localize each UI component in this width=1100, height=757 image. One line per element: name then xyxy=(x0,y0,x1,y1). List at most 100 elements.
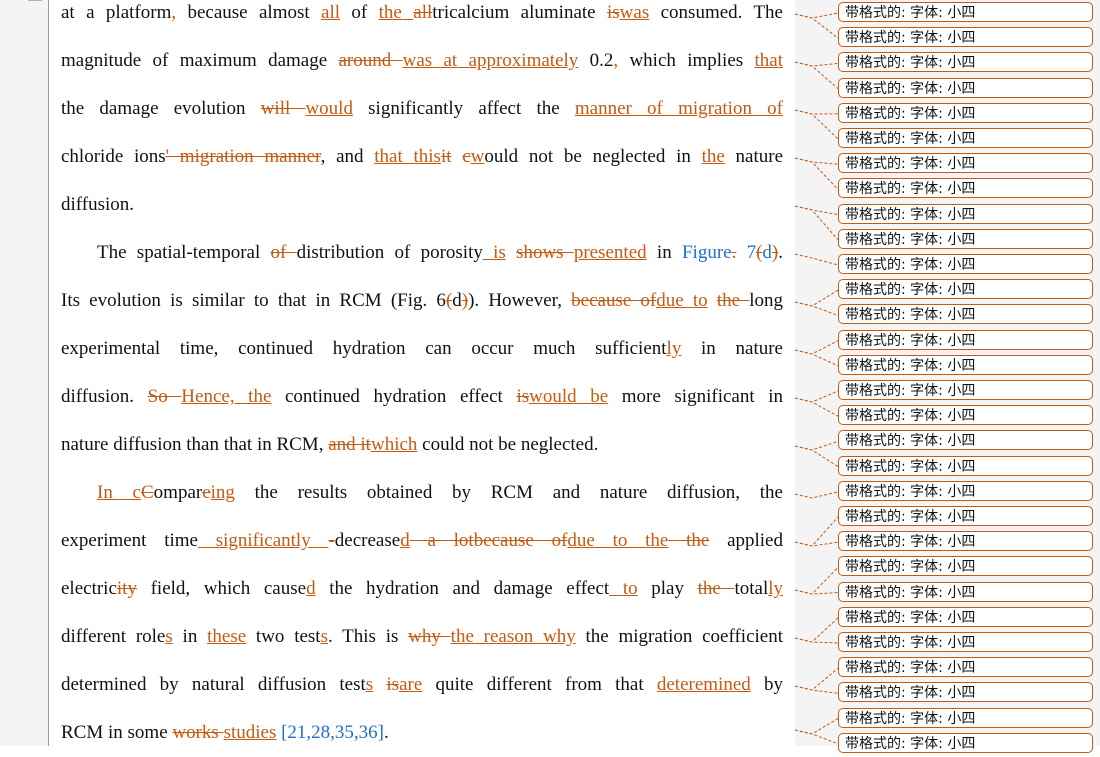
text-run: ). However, xyxy=(468,290,572,311)
tracked-insertion: that xyxy=(754,50,784,71)
comment-balloon[interactable]: 带格式的: 字体: 小四 xyxy=(838,329,1093,350)
comment-balloon[interactable]: 带格式的: 字体: 小四 xyxy=(838,102,1093,123)
comment-balloon[interactable]: 带格式的: 字体: 小四 xyxy=(838,531,1093,552)
text-run: long xyxy=(749,290,783,311)
text-run: diffusion. xyxy=(61,386,148,407)
text-run: . This is xyxy=(328,626,409,647)
text-line[interactable]: the damage evolution will would signific… xyxy=(61,85,783,133)
text-run: significantly affect the xyxy=(352,98,575,119)
text-run: . xyxy=(778,242,783,263)
comment-balloon[interactable]: 带格式的: 字体: 小四 xyxy=(838,178,1093,199)
comment-balloon[interactable]: 带格式的: 字体: 小四 xyxy=(838,732,1093,753)
text-line[interactable]: The spatial-temporal of distribution of … xyxy=(61,229,783,277)
tracked-deletion: c xyxy=(462,146,471,167)
text-run: continued hydration effect xyxy=(271,386,517,407)
comment-balloon[interactable]: 带格式的: 字体: 小四 xyxy=(838,480,1093,501)
text-run: ompar xyxy=(153,482,203,503)
text-line[interactable]: In cCompareing the results obtained by R… xyxy=(61,469,783,517)
comment-balloon[interactable]: 带格式的: 字体: 小四 xyxy=(838,707,1093,728)
text-run xyxy=(708,290,717,311)
document-page[interactable]: at a platform, because almost all of the… xyxy=(49,0,795,746)
tracked-insertion: s xyxy=(320,626,328,647)
tracked-deletion: all xyxy=(413,2,433,23)
tracked-insertion: s xyxy=(165,626,173,647)
text-line[interactable]: experiment time significantly -decreased… xyxy=(61,517,783,565)
tracked-insertion: ly xyxy=(666,338,682,359)
comment-balloon[interactable]: 带格式的: 字体: 小四 xyxy=(838,506,1093,526)
comment-balloon[interactable]: 带格式的: 字体: 小四 xyxy=(838,77,1093,98)
comment-balloon[interactable]: 带格式的: 字体: 小四 xyxy=(838,405,1093,426)
tracked-insertion: these xyxy=(207,626,247,647)
text-line[interactable]: determined by natural diffusion tests is… xyxy=(61,661,783,709)
text-line[interactable]: nature diffusion than that in RCM, and i… xyxy=(61,421,783,469)
text-run: electric xyxy=(61,578,117,599)
text-run: experiment time xyxy=(61,530,198,551)
tracked-insertion: would xyxy=(305,98,353,119)
comment-balloon[interactable]: 带格式的: 字体: 小四 xyxy=(838,27,1093,48)
text-run: nature diffusion than that in RCM, xyxy=(61,434,329,455)
cross-reference-link[interactable]: Figure xyxy=(682,242,732,263)
text-run: the results obtained by RCM and nature d… xyxy=(234,482,783,503)
left-gutter xyxy=(0,0,49,746)
text-run: determined by natural diffusion test xyxy=(61,674,366,695)
tracked-deletion: So xyxy=(147,386,182,407)
text-line[interactable]: magnitude of maximum damage around was a… xyxy=(61,37,783,85)
text-run: quite different from that xyxy=(422,674,657,695)
comment-balloon[interactable]: 带格式的: 字体: 小四 xyxy=(838,632,1093,652)
comment-balloon[interactable]: 带格式的: 字体: 小四 xyxy=(838,606,1093,627)
comment-balloon[interactable]: 带格式的: 字体: 小四 xyxy=(838,304,1093,325)
tracked-deletion: around xyxy=(338,50,403,71)
text-line[interactable]: at a platform, because almost all of the… xyxy=(61,0,783,37)
comment-balloon[interactable]: 带格式的: 字体: 小四 xyxy=(838,128,1093,148)
document-body[interactable]: at a platform, because almost all of the… xyxy=(61,0,783,757)
text-run: play xyxy=(637,578,698,599)
tracked-insertion: d xyxy=(306,578,316,599)
text-line[interactable]: experimental time, continued hydration c… xyxy=(61,325,783,373)
comment-balloon[interactable]: 带格式的: 字体: 小四 xyxy=(838,279,1093,300)
comment-balloon[interactable]: 带格式的: 字体: 小四 xyxy=(838,52,1093,73)
text-run: applied xyxy=(709,530,783,551)
comment-balloon[interactable]: 带格式的: 字体: 小四 xyxy=(838,682,1093,703)
comment-balloon[interactable]: 带格式的: 字体: 小四 xyxy=(838,581,1093,602)
comment-balloon[interactable]: 带格式的: 字体: 小四 xyxy=(838,430,1093,451)
comment-balloon[interactable]: 带格式的: 字体: 小四 xyxy=(838,556,1093,577)
cross-reference-link[interactable]: 7 xyxy=(736,242,757,263)
tracked-insertion: deteremined xyxy=(656,674,751,695)
text-line[interactable]: chloride ions' migration manner, and tha… xyxy=(61,133,783,181)
tracked-deletion: the xyxy=(716,290,750,311)
tracked-deletion: is xyxy=(386,674,400,695)
text-line[interactable]: diffusion. So Hence, the continued hydra… xyxy=(61,373,783,421)
tracked-deletion: ity xyxy=(116,578,137,599)
comment-balloon[interactable]: 带格式的: 字体: 小四 xyxy=(838,657,1093,678)
comment-balloon[interactable]: 带格式的: 字体: 小四 xyxy=(838,153,1093,174)
cross-reference-link[interactable]: [21,28,35,36] xyxy=(281,722,384,743)
tracked-deletion: the xyxy=(668,530,710,551)
text-line[interactable]: electricity field, which caused the hydr… xyxy=(61,565,783,613)
comment-balloon[interactable]: 带格式的: 字体: 小四 xyxy=(838,203,1093,224)
comment-balloon[interactable]: 带格式的: 字体: 小四 xyxy=(838,354,1093,375)
tracked-deletion: C xyxy=(140,482,154,503)
text-run: could not be neglected. xyxy=(417,434,599,455)
tracked-insertion: would be xyxy=(529,386,609,407)
tracked-deletion: and it xyxy=(328,434,371,455)
text-run: The spatial-temporal xyxy=(97,242,271,263)
text-run: two test xyxy=(246,626,321,647)
comment-balloon[interactable]: 带格式的: 字体: 小四 xyxy=(838,455,1093,476)
text-line[interactable]: diffusion. xyxy=(61,181,783,229)
text-line[interactable]: different roles in these two tests. This… xyxy=(61,613,783,661)
text-run: magnitude of maximum damage xyxy=(61,50,339,71)
text-line[interactable]: RCM in some works studies [21,28,35,36]. xyxy=(61,709,783,757)
cross-reference-link[interactable]: d xyxy=(762,242,772,263)
comment-balloon[interactable]: 带格式的: 字体: 小四 xyxy=(838,254,1093,274)
text-run: 0.2 xyxy=(578,50,614,71)
comment-balloon[interactable]: 带格式的: 字体: 小四 xyxy=(838,2,1093,22)
text-run: decrease xyxy=(334,530,401,551)
text-run: of xyxy=(340,2,379,23)
comment-balloon[interactable]: 带格式的: 字体: 小四 xyxy=(838,380,1093,400)
text-run: , and xyxy=(320,146,375,167)
text-run: tricalcium aluminate xyxy=(432,2,607,23)
tracked-insertion: d xyxy=(400,530,410,551)
tracked-insertion: ing xyxy=(210,482,235,503)
text-line[interactable]: Its evolution is similar to that in RCM … xyxy=(61,277,783,325)
comment-balloon[interactable]: 带格式的: 字体: 小四 xyxy=(838,228,1093,249)
